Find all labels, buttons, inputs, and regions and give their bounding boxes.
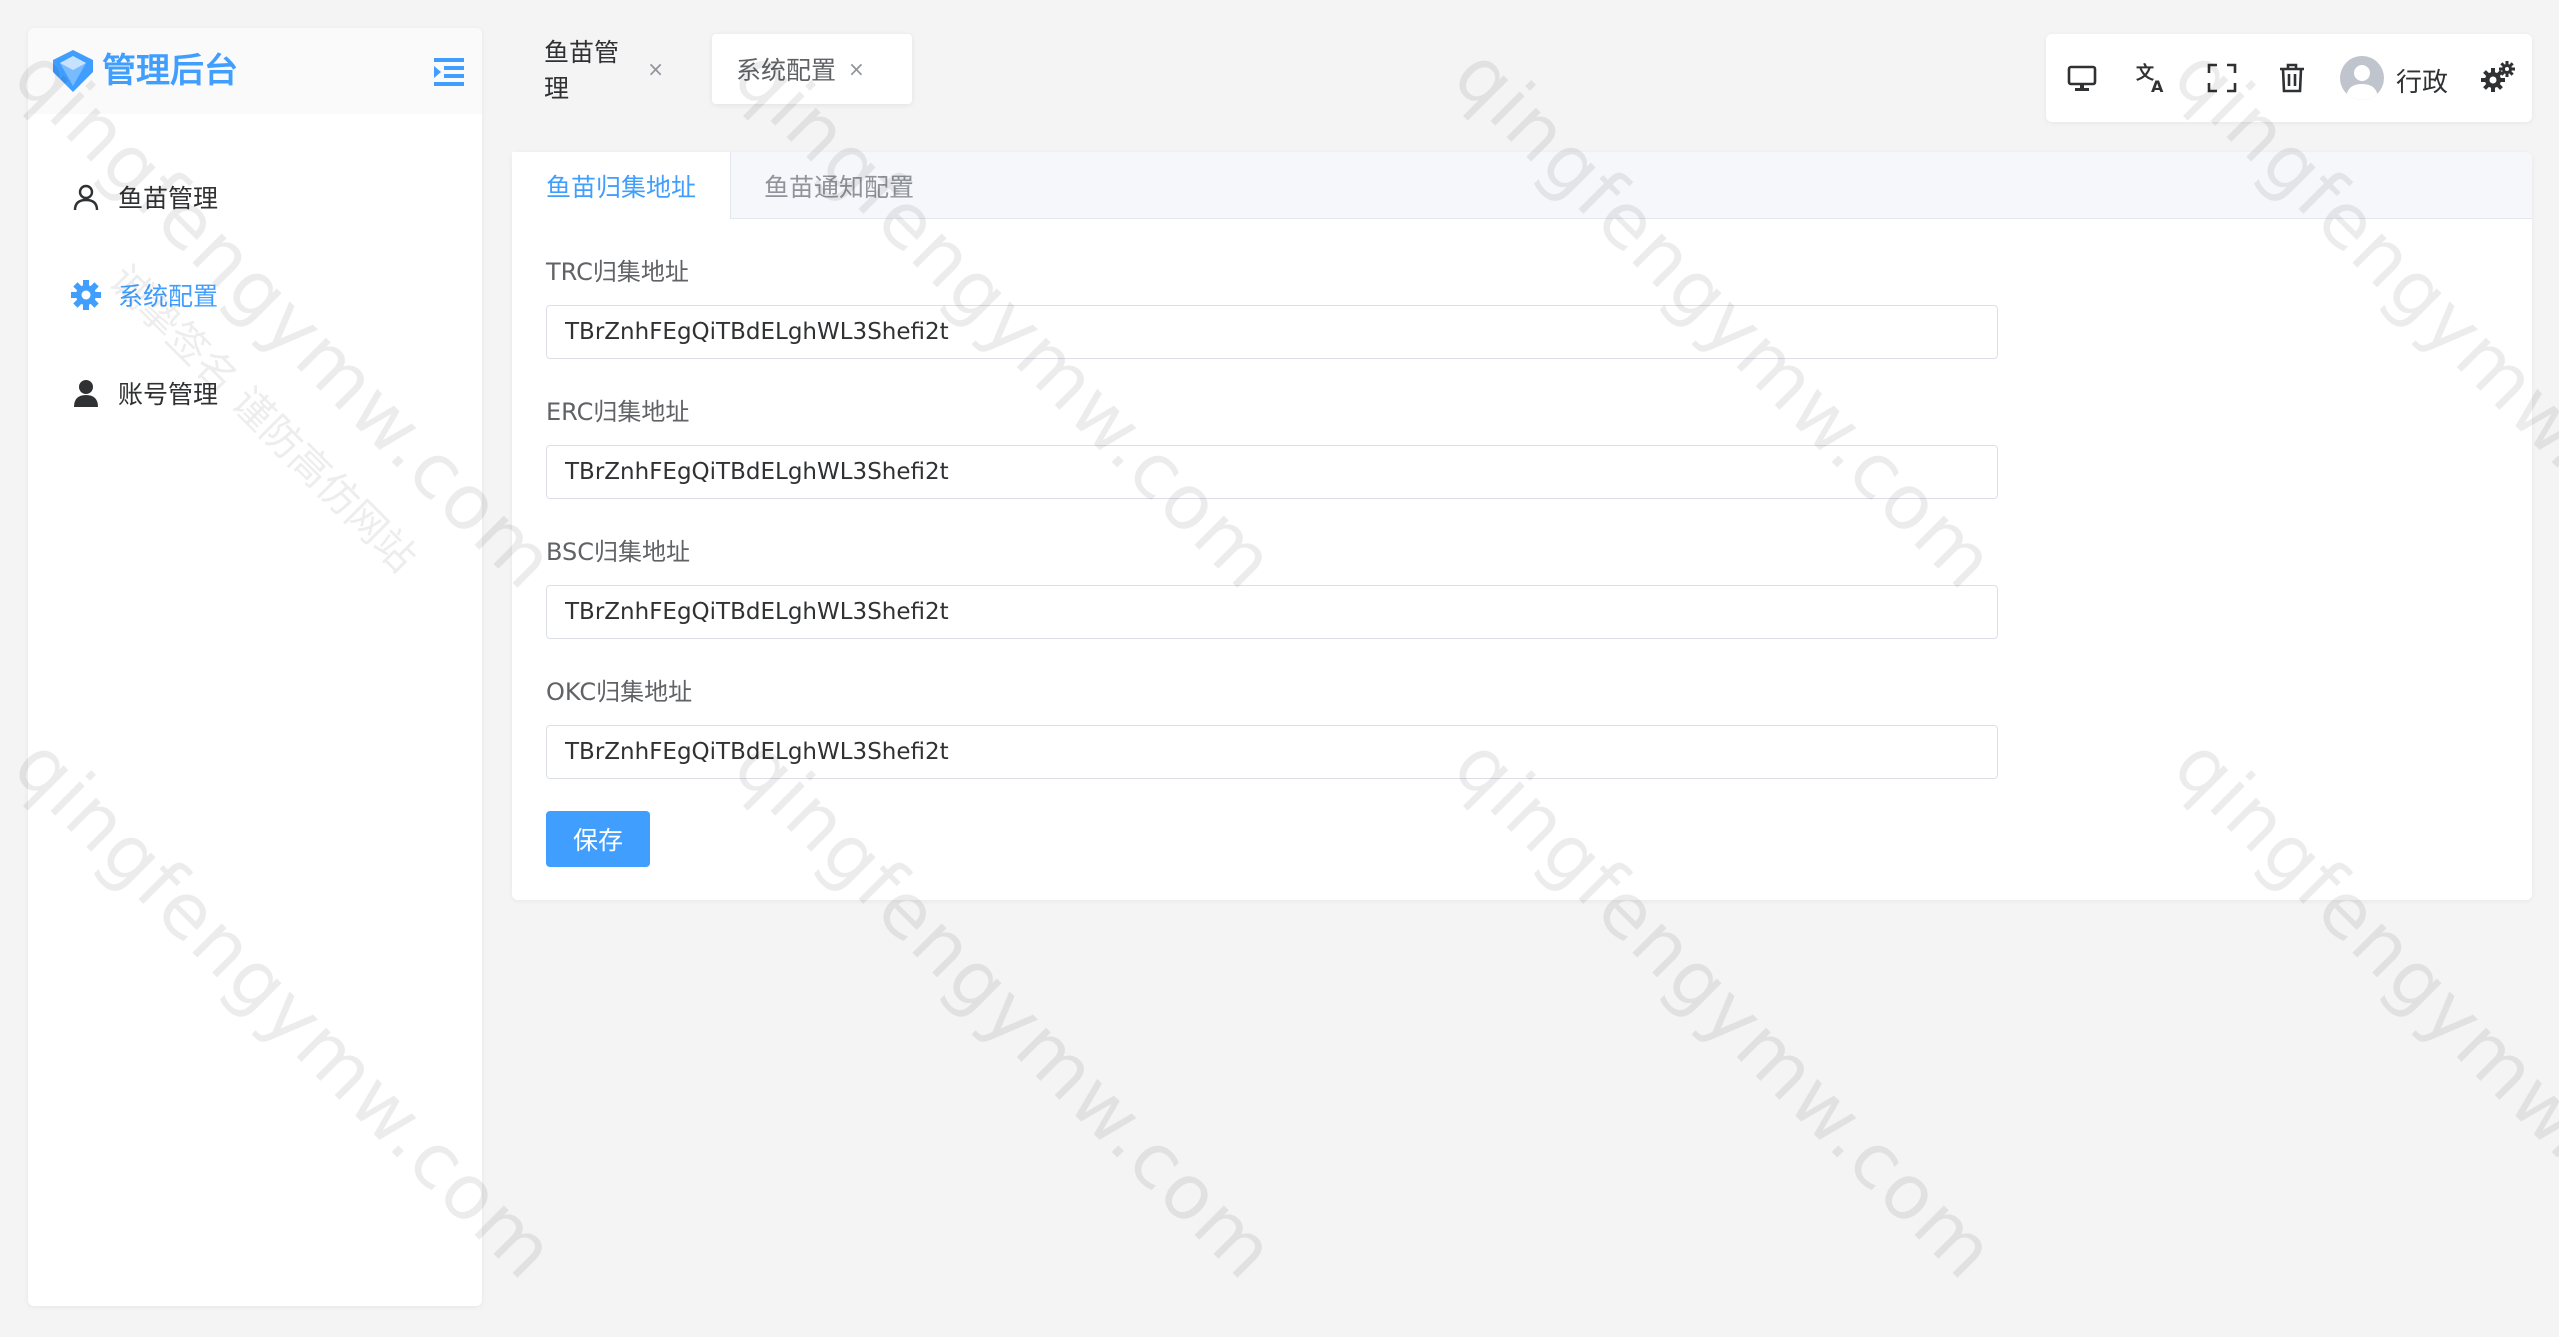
sidebar-item-label: 鱼苗管理 [118, 184, 219, 213]
close-icon[interactable]: × [647, 57, 664, 81]
settings-gears-icon[interactable] [2480, 60, 2516, 96]
config-tabs: 鱼苗归集地址 鱼苗通知配置 [512, 152, 2532, 219]
monitor-icon[interactable] [2064, 60, 2100, 96]
tab-fish-collection-address[interactable]: 鱼苗归集地址 [512, 152, 732, 219]
okc-address-label: OKC归集地址 [546, 678, 693, 706]
config-card: 鱼苗归集地址 鱼苗通知配置 TRC归集地址 ERC归集地址 BSC归集地址 OK… [512, 152, 2532, 900]
tab-label: 系统配置 [736, 56, 837, 85]
trc-address-input[interactable] [546, 305, 1998, 359]
tab-system-config[interactable]: 系统配置 × [712, 34, 912, 104]
close-icon[interactable]: × [848, 57, 865, 81]
user-outline-icon [68, 179, 104, 215]
avatar[interactable] [2340, 56, 2384, 100]
bsc-address-label: BSC归集地址 [546, 538, 691, 566]
okc-address-input[interactable] [546, 725, 1998, 779]
sidebar-menu: 鱼苗管理 系统配置 账号管理 [28, 148, 482, 442]
sidebar-item-account-management[interactable]: 账号管理 [28, 344, 482, 442]
trash-icon[interactable] [2274, 60, 2310, 96]
tab-label: 鱼苗管理 [544, 38, 620, 103]
svg-text:A: A [2151, 77, 2164, 95]
erc-address-label: ERC归集地址 [546, 398, 690, 426]
user-name[interactable]: 行政 [2396, 62, 2448, 99]
sidebar-item-fish-management[interactable]: 鱼苗管理 [28, 148, 482, 246]
fullscreen-icon[interactable] [2204, 60, 2240, 96]
brand-header: 管理后台 [28, 28, 482, 114]
tab-label: 鱼苗通知配置 [764, 172, 915, 202]
erc-address-input[interactable] [546, 445, 1998, 499]
sidebar-item-label: 系统配置 [118, 282, 219, 311]
bsc-address-input[interactable] [546, 585, 1998, 639]
menu-collapse-icon[interactable] [430, 52, 468, 90]
user-filled-icon [68, 375, 104, 411]
brand-title: 管理后台 [102, 51, 238, 91]
tab-fish-notification-config[interactable]: 鱼苗通知配置 [730, 152, 948, 219]
sidebar-item-system-config[interactable]: 系统配置 [28, 246, 482, 344]
sidebar-item-label: 账号管理 [118, 380, 219, 409]
logo-icon [53, 50, 93, 92]
top-toolbar: 文 A 行政 [2046, 34, 2532, 122]
trc-address-label: TRC归集地址 [546, 258, 689, 286]
tab-fish-management[interactable]: 鱼苗管理 × [520, 34, 688, 104]
sidebar: 管理后台 鱼苗管理 系统配置 账号管理 [28, 28, 482, 1306]
save-button[interactable]: 保存 [546, 811, 650, 867]
tab-label: 鱼苗归集地址 [546, 172, 697, 202]
gear-icon [68, 277, 104, 313]
translate-icon[interactable]: 文 A [2134, 60, 2170, 96]
